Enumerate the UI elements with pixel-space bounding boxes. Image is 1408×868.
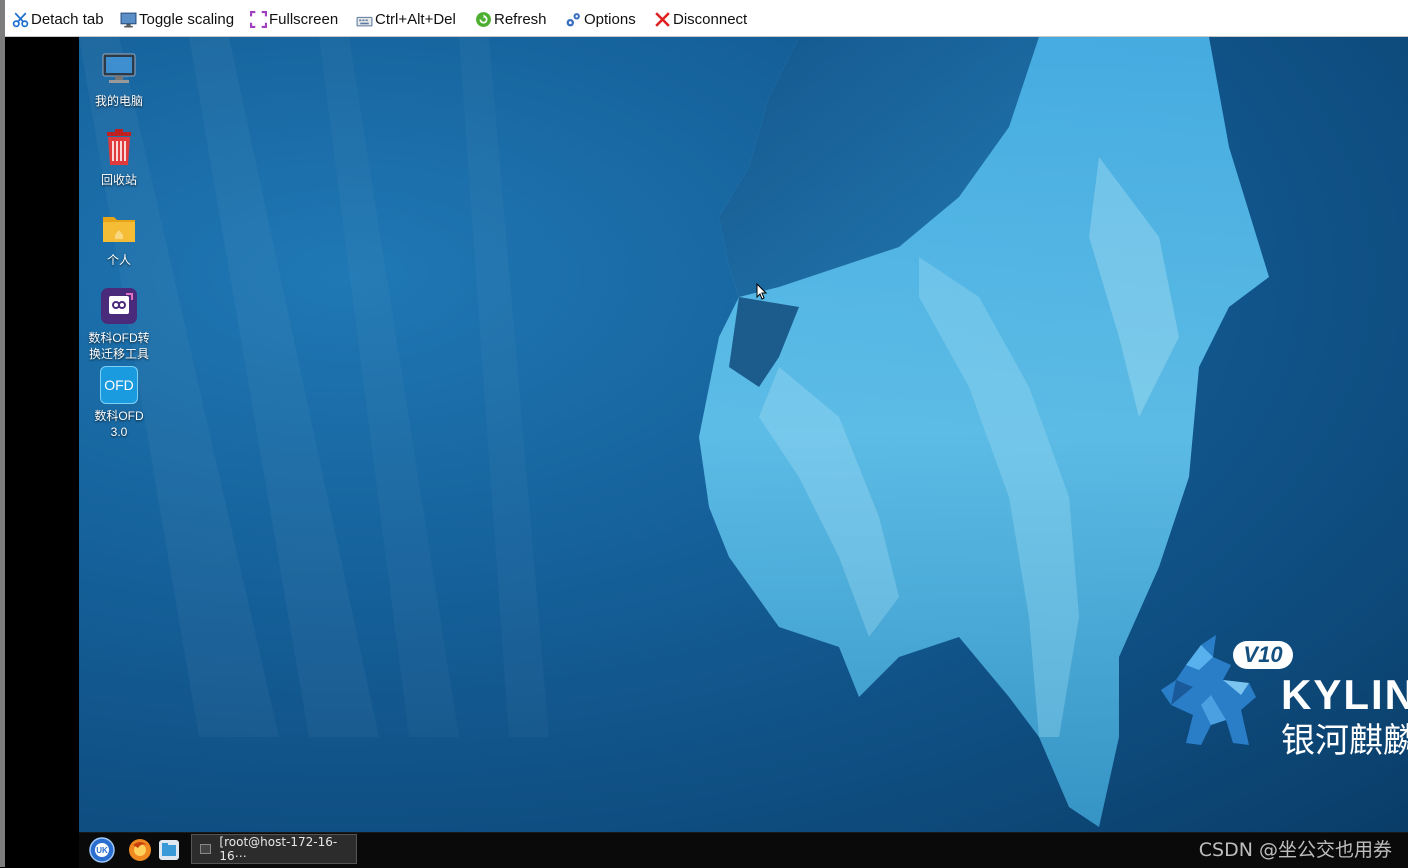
keyboard-icon (356, 16, 373, 26)
mouse-cursor-icon (756, 283, 768, 300)
fullscreen-icon (250, 10, 267, 28)
desktop-icon-label: 数科OFD 3.0 (79, 408, 159, 440)
options-label: Options (584, 10, 636, 28)
toggle-scaling-button[interactable]: Toggle scaling (120, 8, 234, 30)
kylin-logo: V10 KYLIN 银河麒麟 (1161, 635, 1408, 761)
remote-screen-gutter (5, 37, 79, 832)
options-button[interactable]: Options (565, 8, 636, 30)
desktop-icon-label: 数科OFD转 换迁移工具 (79, 330, 159, 362)
remote-desktop-toolbar: Detach tab Toggle scaling Fullscreen Ctr… (0, 0, 1408, 37)
toggle-scaling-label: Toggle scaling (139, 10, 235, 28)
gears-icon (566, 12, 580, 26)
detach-tab-button[interactable]: Detach tab (12, 8, 104, 30)
close-x-icon (655, 11, 670, 27)
computer-icon (102, 53, 136, 83)
trash-icon (107, 129, 131, 165)
ofd-migration-icon (101, 288, 137, 324)
kylin-desktop[interactable]: 我的电脑 回收站 个人 数科OFD转 换迁移工具 OFD 数科OFD 3.0 V… (79, 37, 1408, 832)
firefox-icon[interactable] (127, 837, 153, 863)
toolbar-left-edge (0, 0, 5, 37)
label-line-2: 3.0 (110, 425, 128, 439)
desktop-icon-label: 回收站 (100, 173, 137, 187)
brand-name-cn: 银河麒麟 (1281, 721, 1408, 761)
taskbar: UK [root@host-172-16-16⋯ CSDN @坐公交也用券 (79, 832, 1408, 868)
desktop-icon-ofd-reader[interactable]: OFD 数科OFD 3.0 (79, 366, 159, 440)
folder-icon (103, 217, 135, 242)
fullscreen-label: Fullscreen (269, 10, 339, 28)
start-menu-icon[interactable]: UK (89, 837, 115, 863)
fullscreen-button[interactable]: Fullscreen (250, 8, 338, 30)
desktop-icon-label: 个人 (106, 253, 131, 267)
ctrl-alt-del-button[interactable]: Ctrl+Alt+Del (356, 8, 456, 30)
desktop-icon-ofd-migration-tool[interactable]: 数科OFD转 换迁移工具 (79, 286, 159, 362)
desktop-icon-my-computer[interactable]: 我的电脑 (79, 49, 159, 109)
file-manager-icon[interactable] (156, 837, 182, 863)
label-line-1: 数科OFD (94, 409, 144, 423)
terminal-icon (200, 844, 212, 854)
label-line-2: 换迁移工具 (88, 347, 149, 361)
watermark: CSDN @坐公交也用券 (1198, 839, 1392, 861)
desktop-icon-recycle-bin[interactable]: 回收站 (79, 128, 159, 188)
disconnect-label: Disconnect (673, 10, 748, 28)
ctrl-alt-del-label: Ctrl+Alt+Del (375, 10, 456, 28)
label-line-1: 数科OFD转 (88, 331, 150, 345)
version-badge: V10 (1233, 641, 1293, 669)
taskbar-window-title: [root@host-172-16-16⋯ (219, 835, 338, 863)
monitor-icon (120, 12, 137, 27)
ofd-icon-text: OFD (104, 377, 134, 393)
ofd-app-icon: OFD (100, 366, 138, 404)
desktop-icon-home-folder[interactable]: 个人 (79, 208, 159, 268)
version-text: V10 (1243, 642, 1283, 667)
taskbar-window-terminal[interactable]: [root@host-172-16-16⋯ (191, 834, 357, 864)
detach-tab-label: Detach tab (31, 10, 104, 28)
desktop-icon-label: 我的电脑 (94, 94, 143, 108)
svg-text:UK: UK (96, 846, 108, 855)
disconnect-button[interactable]: Disconnect (654, 8, 747, 30)
scissors-icon (12, 12, 29, 27)
refresh-label: Refresh (494, 10, 547, 28)
refresh-icon (476, 11, 491, 27)
brand-name: KYLIN (1281, 671, 1408, 718)
refresh-button[interactable]: Refresh (475, 8, 547, 30)
